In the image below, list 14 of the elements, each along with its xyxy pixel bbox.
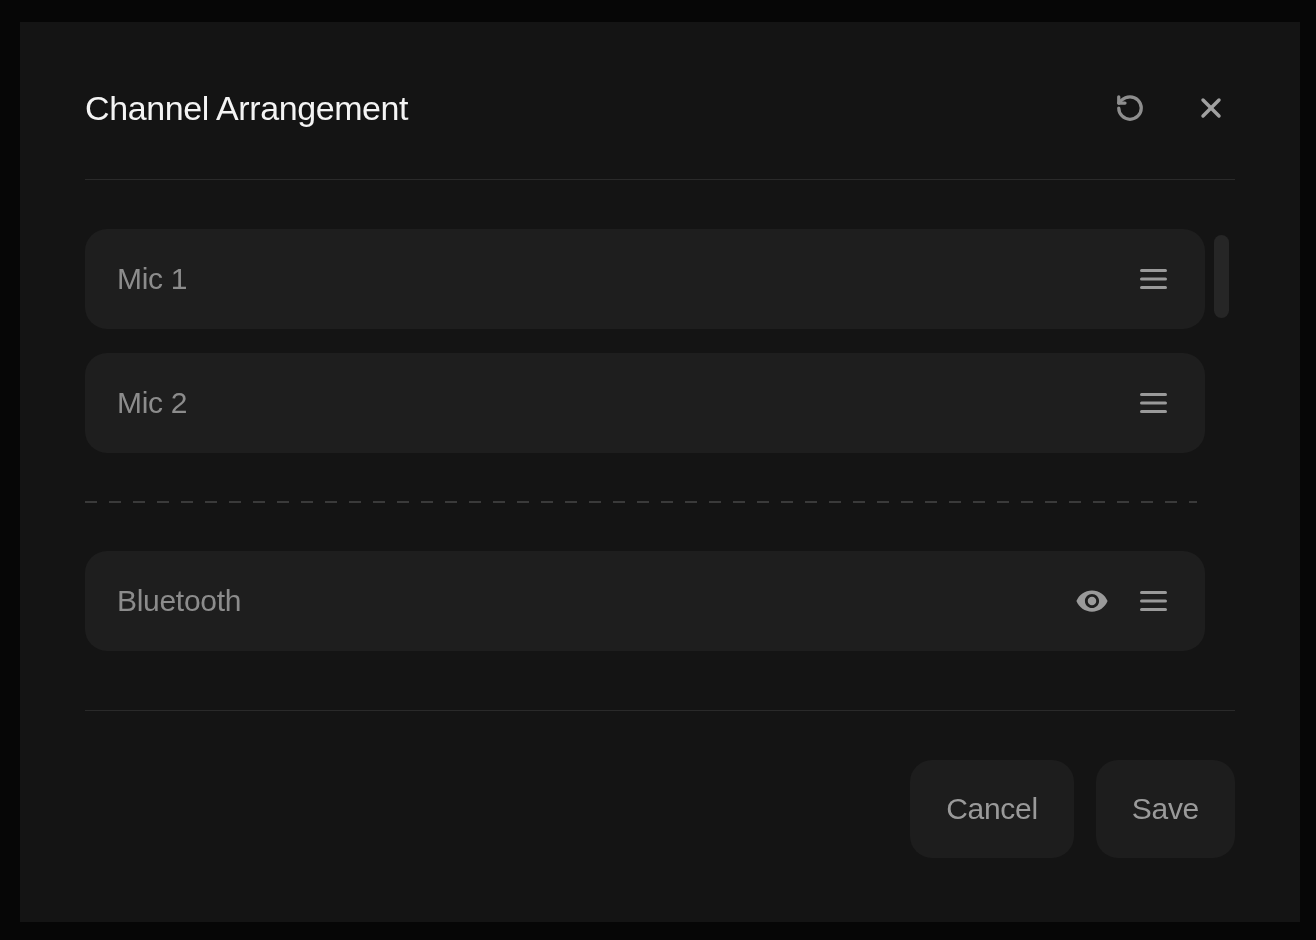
channel-row[interactable]: Mic 1 [85, 229, 1205, 329]
menu-icon[interactable] [1140, 393, 1167, 413]
cancel-button[interactable]: Cancel [910, 760, 1074, 858]
channel-row[interactable]: Bluetooth [85, 551, 1205, 651]
menu-icon[interactable] [1140, 269, 1167, 289]
channel-name: Mic 2 [117, 388, 188, 418]
channel-name: Bluetooth [117, 586, 242, 616]
save-button[interactable]: Save [1095, 760, 1235, 858]
channel-row[interactable]: Mic 2 [85, 353, 1205, 453]
dialog-title: Channel Arrangement [85, 91, 409, 125]
reset-icon [1115, 93, 1145, 123]
channel-name: Mic 1 [117, 264, 188, 294]
reset-button[interactable] [1115, 93, 1145, 123]
menu-icon[interactable] [1140, 591, 1167, 611]
